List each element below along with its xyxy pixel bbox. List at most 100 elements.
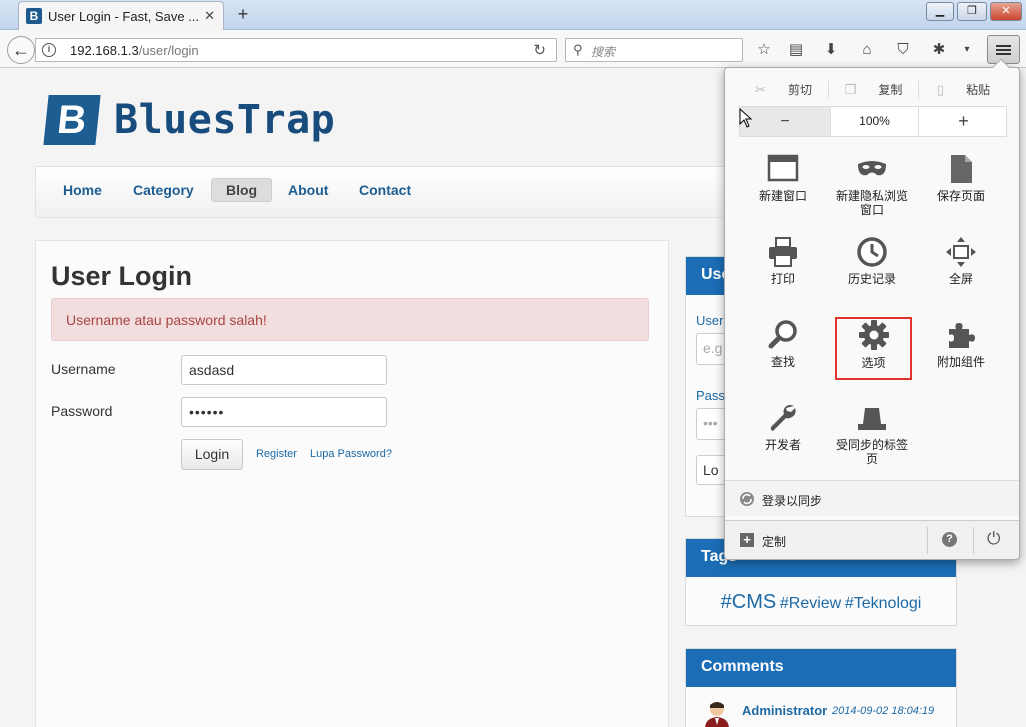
nav-about[interactable]: About bbox=[288, 182, 328, 198]
history-label: 历史记录 bbox=[847, 272, 896, 286]
page-title: User Login bbox=[51, 261, 193, 291]
cut-label: 剪切 bbox=[787, 83, 812, 97]
extension-icon[interactable]: ✱ bbox=[929, 40, 949, 60]
close-window-button[interactable]: ✕ bbox=[990, 2, 1022, 21]
history-clock-icon bbox=[857, 237, 887, 267]
paste-button[interactable]: ▯ 粘贴 bbox=[919, 76, 1008, 104]
url-path: /user/login bbox=[138, 43, 199, 58]
forgot-password-link[interactable]: Lupa Password? bbox=[310, 448, 392, 460]
reading-list-icon[interactable]: ▤ bbox=[786, 40, 806, 60]
zoom-out-button[interactable]: − bbox=[740, 107, 830, 136]
new-window-icon bbox=[767, 154, 799, 182]
nav-home[interactable]: Home bbox=[63, 182, 102, 198]
private-window-button[interactable]: 新建隐私浏览 窗口 bbox=[829, 151, 915, 231]
menu-footer: + 定制 ? ⏻ bbox=[725, 520, 1019, 559]
print-icon bbox=[769, 237, 797, 267]
login-button[interactable]: Login bbox=[181, 439, 243, 470]
private-mask-icon bbox=[858, 161, 886, 176]
search-bar[interactable]: ⚲ 搜索 bbox=[565, 38, 743, 62]
extension-dropdown-icon[interactable]: ▾ bbox=[957, 40, 977, 60]
new-window-button[interactable]: 新建窗口 bbox=[740, 151, 826, 231]
url-bar[interactable]: i 192.168.1.3/user/login ↻ bbox=[35, 38, 557, 62]
developer-label: 开发者 bbox=[764, 438, 801, 452]
quit-power-icon[interactable]: ⏻ bbox=[987, 529, 1000, 549]
find-label: 查找 bbox=[770, 355, 795, 369]
open-menu-button[interactable] bbox=[987, 35, 1020, 64]
save-page-button[interactable]: 保存页面 bbox=[918, 151, 1004, 231]
options-button[interactable]: 选项 bbox=[835, 317, 912, 380]
synced-tabs-button[interactable]: 受同步的标签 页 bbox=[829, 400, 915, 480]
print-label: 打印 bbox=[770, 272, 795, 286]
customize-button[interactable]: + 定制 bbox=[725, 521, 925, 559]
addons-button[interactable]: 附加组件 bbox=[918, 317, 1004, 397]
fullscreen-label: 全屏 bbox=[948, 272, 973, 286]
sync-row[interactable]: 登录以同步 bbox=[725, 480, 1019, 516]
find-magnifier-icon bbox=[768, 320, 797, 349]
browser-titlebar: B User Login - Fast, Save ... ✕ + ▁ ❐ ✕ bbox=[0, 0, 1026, 30]
synced-tabs-icon bbox=[858, 408, 886, 430]
scissors-icon: ✂ bbox=[755, 82, 766, 97]
maximize-button[interactable]: ❐ bbox=[957, 2, 987, 21]
copy-label: 复制 bbox=[878, 83, 903, 97]
copy-button[interactable]: ❐ 复制 bbox=[829, 76, 918, 104]
print-button[interactable]: 打印 bbox=[740, 234, 826, 314]
nav-contact[interactable]: Contact bbox=[359, 182, 411, 198]
edit-controls: ✂ 剪切 ❐ 复制 ▯ 粘贴 bbox=[739, 76, 1007, 104]
browser-tab[interactable]: B User Login - Fast, Save ... ✕ bbox=[18, 1, 224, 30]
minimize-button[interactable]: ▁ bbox=[926, 2, 954, 21]
customize-plus-icon: + bbox=[740, 533, 754, 547]
downloads-icon[interactable]: ⬇ bbox=[821, 40, 841, 60]
username-field[interactable]: asdasd bbox=[181, 355, 387, 385]
mouse-cursor-icon bbox=[739, 108, 753, 128]
tag-review[interactable]: #Review bbox=[780, 595, 841, 612]
tab-title: User Login - Fast, Save ... bbox=[48, 9, 200, 24]
private-window-label: 新建隐私浏览 窗口 bbox=[835, 189, 908, 217]
firefox-menu-panel: ✂ 剪切 ❐ 复制 ▯ 粘贴 − 100% + 新建窗口 新建隐私浏览 窗口 保存页面… bbox=[724, 58, 1020, 560]
tags-list: #CMS #Review #Teknologi bbox=[686, 591, 956, 614]
nav-category[interactable]: Category bbox=[133, 182, 194, 198]
find-button[interactable]: 查找 bbox=[740, 317, 826, 397]
browser-toolbar: i 192.168.1.3/user/login ↻ ← ⚲ 搜索 ☆ ▤ ⬇ … bbox=[0, 30, 1026, 68]
password-field[interactable]: •••••• bbox=[181, 397, 387, 427]
search-icon: ⚲ bbox=[573, 42, 583, 57]
history-button[interactable]: 历史记录 bbox=[829, 234, 915, 314]
zoom-in-button[interactable]: + bbox=[919, 107, 1008, 136]
tag-cms[interactable]: #CMS bbox=[721, 591, 777, 613]
options-label: 选项 bbox=[861, 356, 886, 370]
customize-label: 定制 bbox=[762, 535, 787, 549]
tab-close-icon[interactable]: ✕ bbox=[204, 8, 215, 24]
fullscreen-icon bbox=[946, 237, 976, 267]
help-icon[interactable]: ? bbox=[942, 532, 957, 547]
bookmark-star-icon[interactable]: ☆ bbox=[754, 40, 774, 60]
reload-icon[interactable]: ↻ bbox=[533, 41, 546, 59]
username-label: Username bbox=[51, 361, 116, 377]
copy-icon: ❐ bbox=[844, 82, 857, 97]
back-button[interactable]: ← bbox=[7, 36, 35, 64]
pocket-icon[interactable]: ⛉ bbox=[893, 40, 913, 60]
info-icon[interactable]: i bbox=[42, 43, 56, 57]
fullscreen-button[interactable]: 全屏 bbox=[918, 234, 1004, 314]
addons-puzzle-icon bbox=[949, 323, 975, 348]
save-page-icon bbox=[951, 155, 972, 183]
zoom-controls: − 100% + bbox=[739, 106, 1007, 137]
tag-teknologi[interactable]: #Teknologi bbox=[845, 595, 922, 612]
nav-blog[interactable]: Blog bbox=[211, 178, 273, 202]
synced-tabs-label: 受同步的标签 页 bbox=[835, 438, 908, 466]
error-alert: Username atau password salah! bbox=[51, 298, 649, 341]
cut-button[interactable]: ✂ 剪切 bbox=[739, 76, 828, 104]
site-favicon-icon: B bbox=[26, 8, 42, 24]
sync-icon bbox=[740, 492, 754, 506]
developer-button[interactable]: 开发者 bbox=[740, 400, 826, 480]
url-text: 192.168.1.3/user/login bbox=[70, 43, 199, 58]
comment-date: 2014-09-02 18:04:19 bbox=[832, 705, 935, 717]
footer-separator bbox=[973, 527, 974, 554]
home-icon[interactable]: ⌂ bbox=[857, 40, 877, 60]
new-tab-button[interactable]: + bbox=[234, 4, 252, 25]
comment-author[interactable]: Administrator bbox=[742, 703, 827, 718]
register-link[interactable]: Register bbox=[256, 448, 297, 460]
url-host: 192.168.1.3 bbox=[70, 43, 139, 58]
sidebar-comments-heading: Comments bbox=[686, 649, 956, 687]
footer-separator bbox=[927, 527, 928, 554]
zoom-reset-button[interactable]: 100% bbox=[830, 107, 919, 136]
commenter-avatar bbox=[705, 702, 729, 727]
